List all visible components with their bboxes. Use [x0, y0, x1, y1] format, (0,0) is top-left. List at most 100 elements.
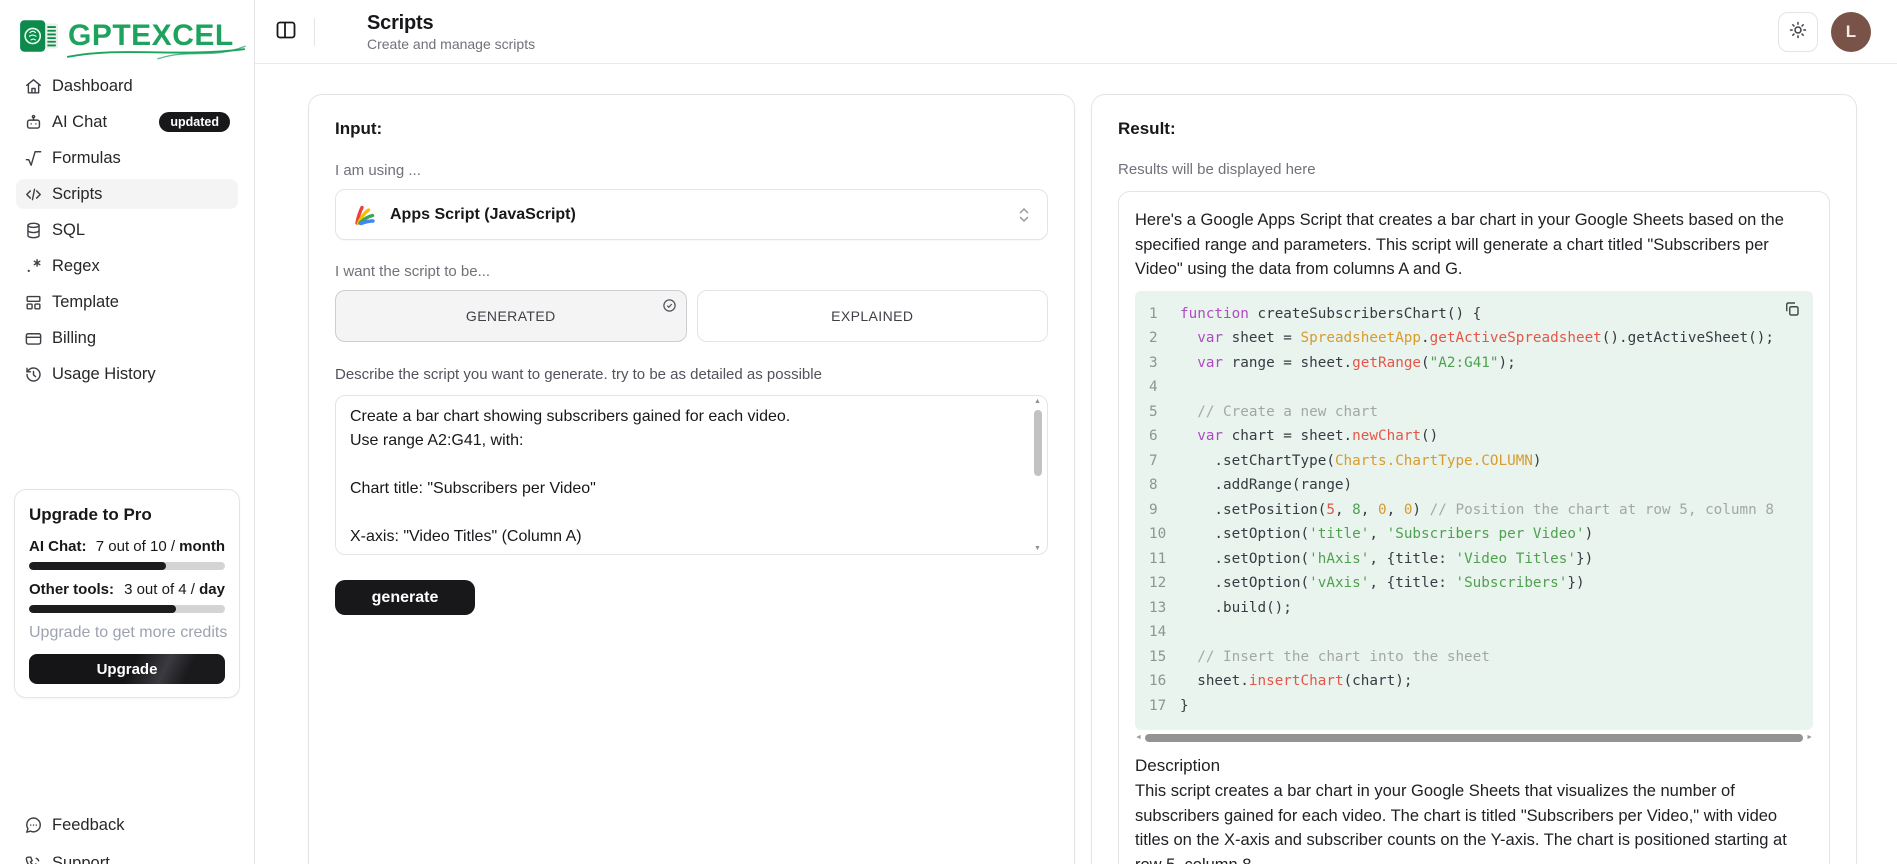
sidebar-item-support[interactable]: Support — [16, 848, 238, 864]
logo-underline-swoosh — [66, 45, 248, 61]
bot-icon — [24, 113, 43, 132]
sidebar-item-ai-chat[interactable]: AI Chatupdated — [16, 107, 238, 137]
line-number: 10 — [1149, 522, 1180, 547]
mode-generated-label: GENERATED — [466, 308, 556, 324]
sidebar-item-label: AI Chat — [52, 113, 107, 132]
code-line: 9 .setPosition(5, 8, 0, 0) // Position t… — [1149, 498, 1801, 523]
regex-icon — [24, 257, 43, 276]
sidebar-item-usage-history[interactable]: Usage History — [16, 359, 238, 389]
mode-toggle-group: GENERATED EXPLAINED — [335, 290, 1048, 342]
sidebar-item-dashboard[interactable]: Dashboard — [16, 71, 238, 101]
sidebar-item-formulas[interactable]: Formulas — [16, 143, 238, 173]
scrollbar-thumb[interactable] — [1145, 734, 1803, 742]
mode-label: I want the script to be... — [335, 263, 1048, 280]
page-title: Scripts — [367, 12, 535, 34]
progress-bar — [29, 605, 225, 613]
line-number: 14 — [1149, 620, 1180, 645]
code-line: 13 .build(); — [1149, 596, 1801, 621]
code-lines: 1function createSubscribersChart() {2 va… — [1149, 302, 1801, 719]
sidebar-item-billing[interactable]: Billing — [16, 323, 238, 353]
meter-row: AI Chat: 7 out of 10 / month — [29, 538, 225, 555]
code-horizontal-scrollbar[interactable] — [1135, 733, 1813, 743]
line-number: 3 — [1149, 351, 1180, 376]
main-area: Scripts Create and manage scripts L Inpu… — [255, 0, 1897, 864]
line-number: 9 — [1149, 498, 1180, 523]
user-avatar[interactable]: L — [1831, 12, 1871, 52]
result-panel-title: Result: — [1118, 119, 1830, 139]
input-panel: Input: I am using ... Apps Script (JavaS… — [308, 94, 1075, 864]
input-panel-title: Input: — [335, 119, 1048, 139]
meter-value: 3 out of 4 / day — [124, 581, 225, 598]
upgrade-card: Upgrade to Pro AI Chat: 7 out of 10 / mo… — [14, 489, 240, 698]
scrollbar-thumb[interactable] — [1034, 410, 1042, 476]
sidebar-item-template[interactable]: Template — [16, 287, 238, 317]
code-line: 3 var range = sheet.getRange("A2:G41"); — [1149, 351, 1801, 376]
mode-explained-label: EXPLAINED — [831, 308, 913, 324]
sidebar-item-label: Formulas — [52, 149, 121, 168]
meter-label: Other tools: — [29, 581, 114, 598]
code-line: 7 .setChartType(Charts.ChartType.COLUMN) — [1149, 449, 1801, 474]
line-number: 12 — [1149, 571, 1180, 596]
copy-code-button[interactable] — [1782, 300, 1802, 320]
line-number: 16 — [1149, 669, 1180, 694]
generate-button[interactable]: generate — [335, 580, 475, 615]
meter-row: Other tools: 3 out of 4 / day — [29, 581, 225, 598]
sidebar-footer: Feedback Support — [0, 810, 254, 864]
line-number: 17 — [1149, 694, 1180, 719]
check-circle-icon — [662, 298, 677, 313]
line-number: 4 — [1149, 375, 1180, 400]
line-number: 7 — [1149, 449, 1180, 474]
mode-generated-button[interactable]: GENERATED — [335, 290, 687, 342]
usage-meters: AI Chat: 7 out of 10 / month Other tools:… — [29, 538, 225, 613]
sidebar-item-label: Regex — [52, 257, 100, 276]
radical-icon — [24, 149, 43, 168]
sidebar-item-label: Feedback — [52, 816, 124, 835]
sidebar-item-regex[interactable]: Regex — [16, 251, 238, 281]
brand-logo[interactable]: GPTEXCEL — [0, 0, 254, 71]
line-number: 5 — [1149, 400, 1180, 425]
code-line: 11 .setOption('hAxis', {title: 'Video Ti… — [1149, 547, 1801, 572]
line-number: 8 — [1149, 473, 1180, 498]
meter-value: 7 out of 10 / month — [96, 538, 225, 555]
sidebar-item-label: Support — [52, 854, 110, 864]
upgrade-title: Upgrade to Pro — [29, 505, 225, 525]
language-select[interactable]: Apps Script (JavaScript) — [335, 189, 1048, 240]
app-window: GPTEXCEL Dashboard AI Chatupdated Formulas… — [0, 0, 1897, 864]
using-label: I am using ... — [335, 162, 1048, 179]
textarea-content: Create a bar chart showing subscribers g… — [336, 396, 1047, 555]
header-divider — [314, 18, 315, 46]
sidebar-item-label: Scripts — [52, 185, 102, 204]
line-number: 13 — [1149, 596, 1180, 621]
code-line: 14 — [1149, 620, 1801, 645]
database-icon — [24, 221, 43, 240]
sidebar-item-scripts[interactable]: Scripts — [16, 179, 238, 209]
description-text: This script creates a bar chart in your … — [1135, 779, 1813, 864]
feedback-icon — [24, 816, 43, 835]
describe-label: Describe the script you want to generate… — [335, 366, 1048, 383]
result-panel: Result: Results will be displayed here H… — [1091, 94, 1857, 864]
code-line: 8 .addRange(range) — [1149, 473, 1801, 498]
code-line: 6 var chart = sheet.newChart() — [1149, 424, 1801, 449]
panel-left-icon — [274, 30, 298, 45]
sidebar-item-feedback[interactable]: Feedback — [16, 810, 238, 840]
sidebar-nav: Dashboard AI Chatupdated Formulas Scripts SQ… — [0, 71, 254, 389]
code-line: 4 — [1149, 375, 1801, 400]
progress-bar — [29, 562, 225, 570]
script-description-textarea[interactable]: Create a bar chart showing subscribers g… — [335, 395, 1048, 555]
sidebar-toggle-button[interactable] — [272, 18, 300, 46]
code-line: 16 sheet.insertChart(chart); — [1149, 669, 1801, 694]
chevron-up-down-icon — [1017, 206, 1031, 224]
sun-icon — [1788, 20, 1808, 43]
line-number: 15 — [1149, 645, 1180, 670]
sidebar-item-label: Billing — [52, 329, 96, 348]
mode-explained-button[interactable]: EXPLAINED — [697, 290, 1049, 342]
code-line: 12 .setOption('vAxis', {title: 'Subscrib… — [1149, 571, 1801, 596]
textarea-vertical-scrollbar[interactable] — [1032, 397, 1045, 553]
line-number: 1 — [1149, 302, 1180, 327]
theme-toggle-button[interactable] — [1778, 12, 1818, 52]
upgrade-note: Upgrade to get more credits — [29, 624, 225, 642]
upgrade-button[interactable]: Upgrade — [29, 654, 225, 684]
phone-icon — [24, 854, 43, 864]
sidebar-item-sql[interactable]: SQL — [16, 215, 238, 245]
credit-card-icon — [24, 329, 43, 348]
